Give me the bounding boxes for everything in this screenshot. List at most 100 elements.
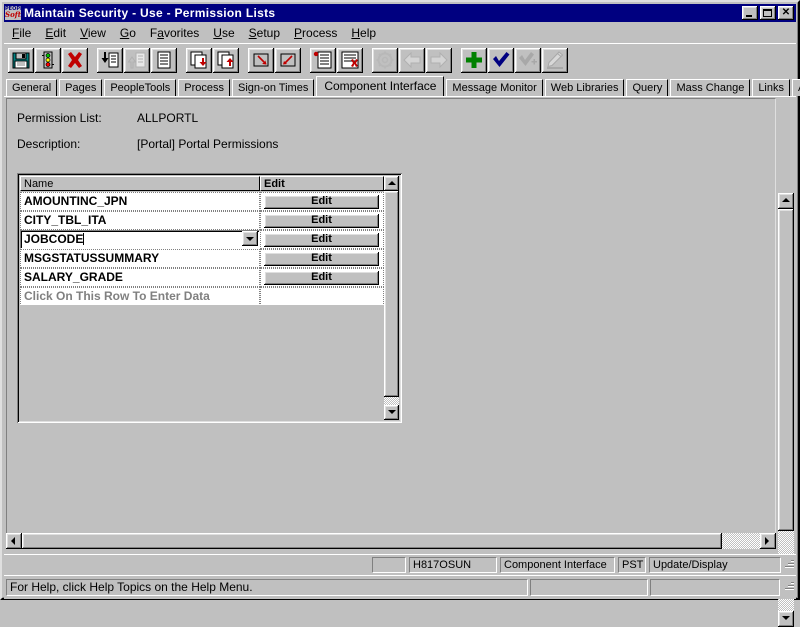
status-blank-panel xyxy=(372,557,406,573)
copy-button[interactable] xyxy=(186,48,212,73)
peoplesoft-logo-icon[interactable]: PEOPLE Soft xyxy=(5,6,21,20)
grid-scroll-thumb[interactable] xyxy=(384,191,399,397)
edit-button[interactable]: Edit xyxy=(264,252,379,266)
tab-bar: General Pages PeopleTools Process Sign-o… xyxy=(4,76,796,96)
page-scroll-down-button[interactable] xyxy=(778,611,794,627)
table-row[interactable]: CITY_TBL_ITA Edit xyxy=(20,211,384,230)
grid-cell-name[interactable]: MSGSTATUSSUMMARY xyxy=(20,249,260,268)
edit-button[interactable]: Edit xyxy=(264,271,379,285)
grid-cell-name[interactable]: AMOUNTINC_JPN xyxy=(20,192,260,211)
previous-in-list-icon xyxy=(127,50,147,70)
grid-cell-name[interactable]: CITY_TBL_ITA xyxy=(20,211,260,230)
menu-item-view[interactable]: View xyxy=(73,25,113,41)
grid-cell-name-text: JOBCODE xyxy=(24,232,83,246)
grid-vertical-scrollbar[interactable] xyxy=(384,176,399,420)
correction-pencil-icon xyxy=(545,50,565,70)
grid-placeholder-cell[interactable]: Click On This Row To Enter Data xyxy=(20,287,260,306)
next-panel-icon xyxy=(251,50,271,70)
grid-cell-name-input[interactable]: JOBCODE xyxy=(20,230,260,249)
edit-button[interactable]: Edit xyxy=(264,214,379,228)
grid-header-name[interactable]: Name xyxy=(20,176,260,191)
table-row[interactable]: SALARY_GRADE Edit xyxy=(20,268,384,287)
next-in-list-button[interactable] xyxy=(97,48,123,73)
page-hscroll-thumb[interactable] xyxy=(22,533,722,549)
grid-scroll-track[interactable] xyxy=(384,191,399,405)
page-vscroll-thumb[interactable] xyxy=(778,209,794,531)
page-horizontal-scrollbar[interactable] xyxy=(6,533,776,549)
page-scroll-left-button[interactable] xyxy=(6,533,22,549)
insert-row-button[interactable] xyxy=(310,48,336,73)
menu-bar: File Edit View Go Favorites Use Setup Pr… xyxy=(5,24,795,42)
grid-cell-edit: Edit xyxy=(260,211,384,230)
minimize-button[interactable] xyxy=(742,6,758,20)
tab-message-monitor[interactable]: Message Monitor xyxy=(446,79,542,96)
view-list-button[interactable] xyxy=(151,48,177,73)
process-gear-button xyxy=(372,48,398,73)
tab-query[interactable]: Query xyxy=(626,79,668,96)
dropdown-button[interactable] xyxy=(242,231,258,246)
delete-row-button[interactable] xyxy=(337,48,363,73)
help-status-bar: For Help, click Help Topics on the Help … xyxy=(4,575,796,599)
help-panel-2 xyxy=(530,579,648,596)
grid-scroll-up-button[interactable] xyxy=(384,176,399,191)
grid-header-row: Name Edit xyxy=(20,176,384,191)
menu-item-setup[interactable]: Setup xyxy=(242,25,287,41)
page-hscroll-track[interactable] xyxy=(22,533,760,549)
tab-mass-change[interactable]: Mass Change xyxy=(670,79,750,96)
grid-cell-name[interactable]: SALARY_GRADE xyxy=(20,268,260,287)
tab-general[interactable]: General xyxy=(6,79,57,96)
menu-item-file[interactable]: File xyxy=(5,25,38,41)
previous-panel-button[interactable] xyxy=(275,48,301,73)
add-button[interactable] xyxy=(461,48,487,73)
page-vscroll-track[interactable] xyxy=(778,209,794,611)
description-value: [Portal] Portal Permissions xyxy=(137,137,278,151)
maximize-button[interactable] xyxy=(760,6,776,20)
tab-web-libraries[interactable]: Web Libraries xyxy=(545,79,625,96)
toolbar xyxy=(4,43,796,77)
page-scroll-right-button[interactable] xyxy=(760,533,776,549)
previous-panel-icon xyxy=(278,50,298,70)
menu-item-process[interactable]: Process xyxy=(287,25,344,41)
cancel-button[interactable] xyxy=(62,48,88,73)
update-all-icon xyxy=(518,50,538,70)
grid-header-edit[interactable]: Edit xyxy=(260,176,384,191)
tab-pages[interactable]: Pages xyxy=(59,79,102,96)
menu-item-help[interactable]: Help xyxy=(344,25,383,41)
page-scroll-up-button[interactable] xyxy=(778,193,794,209)
tab-sign-on-times[interactable]: Sign-on Times xyxy=(232,79,314,96)
status-database-panel: H817OSUN xyxy=(409,557,497,573)
grid-scroll-down-button[interactable] xyxy=(384,405,399,420)
save-button[interactable] xyxy=(8,48,34,73)
close-button[interactable]: ✕ xyxy=(778,6,794,20)
table-row-active[interactable]: JOBCODE Edit xyxy=(20,230,384,249)
tab-audit[interactable]: Audit xyxy=(792,79,800,96)
table-row-placeholder[interactable]: Click On This Row To Enter Data xyxy=(20,287,384,306)
edit-button[interactable]: Edit xyxy=(264,233,379,247)
title-bar[interactable]: PEOPLE Soft Maintain Security - Use - Pe… xyxy=(4,4,796,22)
tab-peopletools[interactable]: PeopleTools xyxy=(104,79,176,96)
back-button xyxy=(399,48,425,73)
status-timezone-panel: PST xyxy=(618,557,646,573)
menu-item-favorites[interactable]: Favorites xyxy=(143,25,206,41)
grid-cell-edit: Edit xyxy=(260,192,384,211)
menu-item-go[interactable]: Go xyxy=(113,25,143,41)
next-panel-button[interactable] xyxy=(248,48,274,73)
run-traffic-light-button[interactable] xyxy=(35,48,61,73)
tab-links[interactable]: Links xyxy=(752,79,790,96)
list-icon xyxy=(154,50,174,70)
table-row[interactable]: AMOUNTINC_JPN Edit xyxy=(20,192,384,211)
add-plus-icon xyxy=(464,50,484,70)
table-row[interactable]: MSGSTATUSSUMMARY Edit xyxy=(20,249,384,268)
tab-process[interactable]: Process xyxy=(178,79,230,96)
application-window: PEOPLE Soft Maintain Security - Use - Pe… xyxy=(0,0,800,600)
update-display-button[interactable] xyxy=(488,48,514,73)
menu-item-use[interactable]: Use xyxy=(206,25,241,41)
tab-component-interface[interactable]: Component Interface xyxy=(316,76,444,96)
menu-item-edit[interactable]: Edit xyxy=(38,25,73,41)
edit-button[interactable]: Edit xyxy=(264,195,379,209)
paste-button[interactable] xyxy=(213,48,239,73)
forward-arrow-icon xyxy=(429,50,449,70)
forward-button xyxy=(426,48,452,73)
arrow-left-icon xyxy=(11,537,15,545)
copy-icon xyxy=(189,50,209,70)
